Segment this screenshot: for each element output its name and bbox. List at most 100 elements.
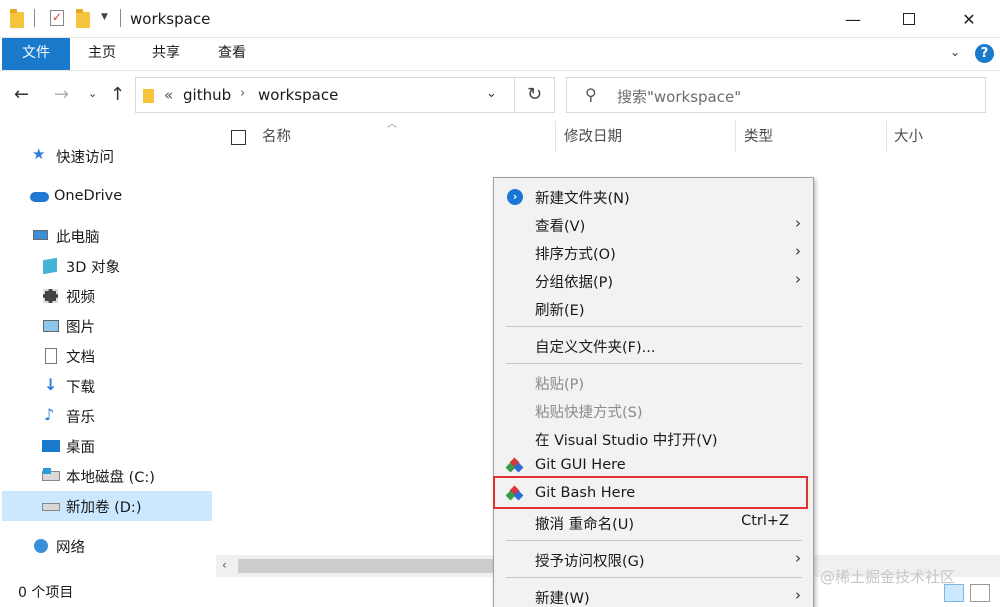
tab-view[interactable]: 查看 <box>202 38 262 70</box>
search-input[interactable]: ⚲ 搜索"workspace" <box>566 77 986 113</box>
address-dropdown-icon[interactable]: ⌄ <box>486 86 497 101</box>
menu-item-label: 粘贴(P) <box>535 377 585 393</box>
help-icon[interactable]: ? <box>975 44 994 63</box>
search-icon: ⚲ <box>585 85 597 104</box>
sidebar-item-label: 桌面 <box>66 439 95 456</box>
divider <box>506 363 802 364</box>
sidebar-item-downloads[interactable]: ↓ 下载 <box>42 372 95 400</box>
menu-item-label: 在 Visual Studio 中打开(V) <box>535 433 718 449</box>
tab-file[interactable]: 文件 <box>2 38 70 70</box>
cube-icon <box>42 257 60 275</box>
navigation-pane: ★ 快速访问 OneDrive 此电脑 3D 对象 视频 图片 文档 ↓ 下载 … <box>0 121 214 575</box>
tab-share[interactable]: 共享 <box>136 38 196 70</box>
download-icon: ↓ <box>44 375 58 394</box>
menu-item-label: Git GUI Here <box>535 457 626 473</box>
title-bar: ▼ workspace — ✕ <box>0 0 1000 38</box>
menu-item-label: 刷新(E) <box>535 303 585 319</box>
picture-icon <box>42 318 60 334</box>
menu-item-view[interactable]: 查看(V) › <box>494 211 813 239</box>
crumb-workspace[interactable]: workspace <box>258 86 338 104</box>
divider <box>506 577 802 578</box>
overflow-crumb[interactable]: « <box>164 86 173 104</box>
sidebar-item-onedrive[interactable]: OneDrive <box>30 182 122 210</box>
menu-item-refresh[interactable]: 刷新(E) <box>494 295 813 323</box>
forward-arrow-icon[interactable]: → <box>54 84 69 105</box>
menu-item-label: 查看(V) <box>535 219 586 235</box>
refresh-button[interactable]: ↻ <box>515 77 555 113</box>
menu-item-sort-by[interactable]: 排序方式(O) › <box>494 239 813 267</box>
navigation-bar: ← → ⌄ ↑ « github › workspace ⌄ ↻ ⚲ 搜索"wo… <box>0 71 1000 121</box>
crumb-github[interactable]: github <box>183 86 231 104</box>
maximize-button[interactable] <box>886 0 932 38</box>
star-icon: ★ <box>32 145 46 163</box>
menu-item-new-folder[interactable]: › 新建文件夹(N) <box>494 183 813 211</box>
menu-item-new[interactable]: 新建(W) › <box>494 583 813 607</box>
drive-icon <box>42 468 60 484</box>
menu-item-give-access[interactable]: 授予访问权限(G) › <box>494 546 813 574</box>
window-title: workspace <box>130 10 211 28</box>
divider <box>120 9 121 27</box>
divider[interactable] <box>886 121 887 153</box>
sidebar-item-videos[interactable]: 视频 <box>42 282 95 310</box>
column-type[interactable]: 类型 <box>744 121 773 153</box>
watermark: @稀土掘金技术社区 <box>820 568 956 586</box>
refresh-icon: ↻ <box>526 84 543 105</box>
submenu-arrow-icon: › <box>795 549 801 567</box>
minimize-button[interactable]: — <box>830 0 876 38</box>
sidebar-item-pictures[interactable]: 图片 <box>42 312 95 340</box>
sidebar-item-label: 网络 <box>56 539 85 556</box>
sidebar-item-quick-access[interactable]: ★ 快速访问 <box>32 142 114 170</box>
recent-locations-icon[interactable]: ⌄ <box>88 87 97 100</box>
sidebar-item-label: 新加卷 (D:) <box>66 499 142 516</box>
sidebar-item-music[interactable]: ♪ 音乐 <box>42 402 95 430</box>
scroll-left-icon[interactable]: ‹ <box>222 558 227 572</box>
back-arrow-icon[interactable]: ← <box>14 84 29 105</box>
menu-item-open-in-visual-studio[interactable]: 在 Visual Studio 中打开(V) <box>494 425 813 453</box>
select-all-checkbox[interactable] <box>231 130 246 145</box>
sidebar-item-label: 本地磁盘 (C:) <box>66 469 155 486</box>
sidebar-item-label: 下载 <box>66 379 95 396</box>
divider[interactable] <box>735 121 736 153</box>
menu-item-customize-folder[interactable]: 自定义文件夹(F)... <box>494 332 813 360</box>
music-icon: ♪ <box>44 405 55 424</box>
column-date-modified[interactable]: 修改日期 <box>564 121 622 153</box>
submenu-arrow-icon: › <box>795 270 801 288</box>
column-name[interactable]: 名称 <box>262 121 291 153</box>
menu-item-label: 自定义文件夹(F)... <box>535 340 656 356</box>
crumb-separator-icon[interactable]: › <box>240 86 245 101</box>
up-arrow-icon[interactable]: ↑ <box>110 84 125 105</box>
menu-item-label: 分组依据(P) <box>535 275 614 291</box>
sidebar-item-drive-d[interactable]: 新加卷 (D:) <box>2 491 212 521</box>
sidebar-item-network[interactable]: 网络 <box>32 532 85 560</box>
sidebar-item-this-pc[interactable]: 此电脑 <box>32 222 100 250</box>
menu-item-paste-shortcut: 粘贴快捷方式(S) <box>494 397 813 425</box>
menu-item-undo-rename[interactable]: 撤消 重命名(U) Ctrl+Z <box>494 509 813 537</box>
context-menu: › 新建文件夹(N) 查看(V) › 排序方式(O) › 分组依据(P) › 刷… <box>493 177 814 607</box>
submenu-arrow-icon: › <box>795 214 801 232</box>
expand-ribbon-icon[interactable]: ⌄ <box>950 45 960 59</box>
search-placeholder: 搜索"workspace" <box>617 88 742 106</box>
column-size[interactable]: 大小 <box>894 121 923 153</box>
sidebar-item-desktop[interactable]: 桌面 <box>42 432 95 460</box>
address-bar[interactable]: « github › workspace ⌄ <box>135 77 515 113</box>
quick-access-dropdown-icon[interactable]: ▼ <box>101 12 108 22</box>
sidebar-item-label: 视频 <box>66 289 95 306</box>
desktop-icon <box>42 438 60 454</box>
menu-item-group-by[interactable]: 分组依据(P) › <box>494 267 813 295</box>
submenu-arrow-icon: › <box>795 242 801 260</box>
tab-home[interactable]: 主页 <box>72 38 132 70</box>
menu-item-label: 排序方式(O) <box>535 247 616 263</box>
close-button[interactable]: ✕ <box>946 0 992 38</box>
large-icons-view-icon[interactable] <box>970 584 990 602</box>
sidebar-item-label: 3D 对象 <box>66 259 120 276</box>
highlight-annotation <box>493 476 808 509</box>
film-icon <box>42 288 60 304</box>
sidebar-item-label: 文档 <box>66 349 95 366</box>
sidebar-item-documents[interactable]: 文档 <box>42 342 95 370</box>
divider <box>506 326 802 327</box>
sidebar-item-drive-c[interactable]: 本地磁盘 (C:) <box>42 462 155 490</box>
sidebar-item-3d-objects[interactable]: 3D 对象 <box>42 252 120 280</box>
network-icon <box>32 538 50 554</box>
ribbon: 文件 主页 共享 查看 ⌄ ? <box>0 38 1000 71</box>
divider[interactable] <box>555 121 556 153</box>
